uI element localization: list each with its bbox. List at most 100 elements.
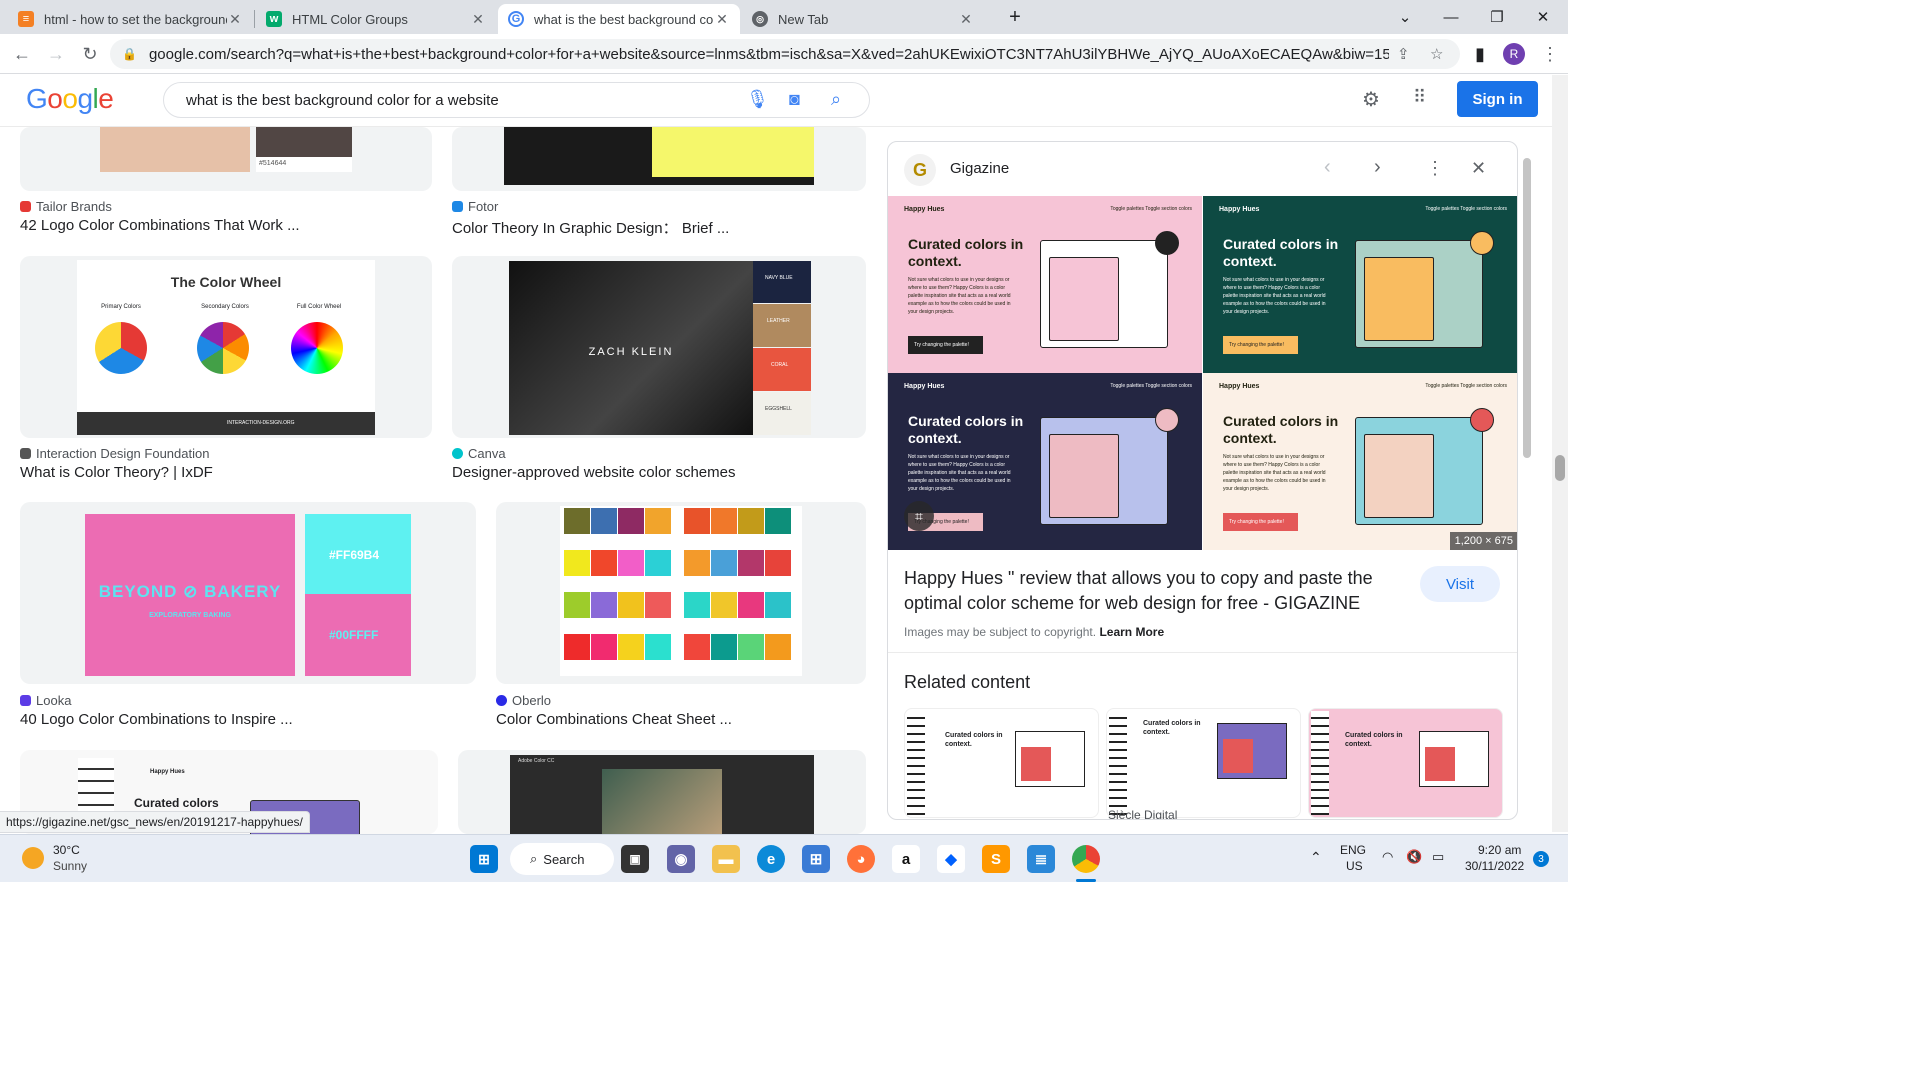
lens-search-icon[interactable]: ⌗ — [904, 501, 934, 531]
restore-icon[interactable]: ❐ — [1474, 0, 1520, 34]
close-icon[interactable]: ✕ — [470, 11, 486, 28]
result-image[interactable]: #514644 — [20, 127, 432, 191]
notification-badge[interactable]: 3 — [1533, 851, 1549, 867]
preview-image[interactable]: Happy Hues Toggle palettes Toggle section… — [888, 196, 1517, 550]
close-panel-icon[interactable]: ✕ — [1471, 158, 1486, 179]
prev-chevron-icon[interactable]: ‹ — [1324, 156, 1331, 179]
result-title[interactable]: 42 Logo Color Combinations That Work ... — [20, 217, 300, 234]
task-view-icon[interactable]: ▣ — [621, 845, 649, 873]
chrome-taskbar-icon[interactable] — [1072, 845, 1100, 873]
panel-site-name[interactable]: Gigazine — [950, 160, 1009, 177]
result-title[interactable]: What is Color Theory? | IxDF — [20, 464, 213, 481]
result-title[interactable]: Designer-approved website color schemes — [452, 464, 735, 481]
minimize-icon[interactable]: — — [1428, 0, 1474, 34]
result-source[interactable]: Tailor Brands — [20, 199, 112, 214]
result-image[interactable]: BEYOND ⊘ BAKERY EXPLORATORY BAKING #FF69… — [20, 502, 476, 684]
close-icon[interactable]: ✕ — [958, 11, 974, 28]
clock-date[interactable]: 30/11/2022 — [1465, 859, 1524, 873]
battery-icon[interactable]: ▭ — [1432, 849, 1444, 865]
firefox-icon[interactable]: ◕ — [847, 845, 875, 873]
tab-search-chevron-icon[interactable]: ⌄ — [1382, 0, 1428, 34]
camera-lens-icon[interactable]: ◙ — [789, 89, 800, 110]
tray-chevron-icon[interactable]: ⌃ — [1310, 849, 1322, 866]
search-box[interactable]: what is the best background color for a … — [163, 82, 870, 118]
bookmark-star-icon[interactable]: ☆ — [1430, 45, 1443, 63]
adobe-color-thumb: Adobe Color CC — [510, 755, 814, 834]
reload-icon[interactable]: ↻ — [76, 40, 104, 68]
sublime-text-icon[interactable]: S — [982, 845, 1010, 873]
language-code[interactable]: ENG — [1340, 843, 1366, 857]
result-title[interactable]: 40 Logo Color Combinations to Inspire ..… — [20, 711, 293, 728]
profile-avatar[interactable]: R — [1503, 43, 1525, 65]
side-panel-icon[interactable]: ▮ — [1466, 40, 1494, 68]
more-vert-icon[interactable]: ⋮ — [1426, 158, 1444, 179]
result-source[interactable]: Looka — [20, 693, 71, 708]
forward-arrow-icon[interactable]: → — [42, 40, 70, 68]
window-close-icon[interactable]: ✕ — [1520, 0, 1566, 34]
search-icon[interactable]: ⌕ — [831, 89, 841, 110]
close-icon[interactable]: ✕ — [227, 11, 243, 28]
microphone-icon[interactable]: 🎙 — [746, 89, 769, 110]
tab-google-search[interactable]: G what is the best background colo ✕ — [498, 4, 740, 34]
color-swatch — [618, 508, 644, 534]
result-image[interactable] — [452, 127, 866, 191]
panel-scroll-thumb[interactable] — [1523, 158, 1531, 458]
tab-html-background[interactable]: ≡ html - how to set the background ✕ — [8, 4, 253, 34]
dropbox-icon[interactable]: ◆ — [937, 845, 965, 873]
result-image[interactable]: Adobe Color CC — [458, 750, 866, 834]
wifi-icon[interactable]: ◠ — [1382, 849, 1393, 865]
panel-image-title[interactable]: Happy Hues " review that allows you to c… — [904, 566, 1404, 616]
volume-muted-icon[interactable]: 🔇 — [1406, 849, 1422, 865]
learn-more-link[interactable]: Learn More — [1099, 625, 1164, 639]
tab-html-color-groups[interactable]: w HTML Color Groups ✕ — [256, 4, 496, 34]
apps-grid-icon[interactable]: ⠿ — [1413, 87, 1426, 108]
close-icon[interactable]: ✕ — [714, 11, 730, 28]
taskbar-search[interactable]: ⌕ Search — [510, 843, 614, 875]
page-scroll-thumb[interactable] — [1555, 455, 1565, 481]
edge-icon[interactable]: e — [757, 845, 785, 873]
teams-chat-icon[interactable]: ◉ — [667, 845, 695, 873]
visit-button[interactable]: Visit — [1420, 566, 1500, 602]
result-source[interactable]: Oberlo — [496, 693, 551, 708]
sign-in-button[interactable]: Sign in — [1457, 81, 1538, 117]
share-icon[interactable]: ⇪ — [1397, 45, 1410, 63]
file-explorer-icon[interactable]: ▬ — [712, 845, 740, 873]
google-logo[interactable]: Google — [26, 83, 114, 115]
search-input[interactable]: what is the best background color for a … — [186, 92, 499, 109]
zach-klein-thumb: ZACH KLEIN — [509, 261, 753, 435]
back-arrow-icon[interactable]: ← — [8, 40, 36, 68]
store-icon[interactable]: ⊞ — [802, 845, 830, 873]
weather-temp[interactable]: 30°C — [53, 843, 80, 857]
weather-desc[interactable]: Sunny — [53, 859, 87, 873]
new-tab-plus-icon[interactable]: + — [992, 0, 1038, 34]
copyright-text: Images may be subject to copyright. — [904, 625, 1097, 639]
panel-scrollbar[interactable] — [1520, 150, 1534, 820]
tab-new-tab[interactable]: ◎ New Tab ✕ — [742, 4, 984, 34]
url-text[interactable]: google.com/search?q=what+is+the+best+bac… — [149, 46, 1389, 63]
result-source[interactable]: Canva — [452, 446, 506, 461]
omnibox[interactable]: 🔒 google.com/search?q=what+is+the+best+b… — [110, 39, 1460, 69]
next-chevron-icon[interactable]: › — [1374, 156, 1381, 179]
sun-weather-icon[interactable] — [22, 847, 44, 869]
result-image[interactable]: ZACH KLEIN NAVY BLUE LEATHER CORAL EGGSH… — [452, 256, 866, 438]
language-region[interactable]: US — [1346, 859, 1363, 873]
menu-kebab-icon[interactable]: ⋮ — [1536, 40, 1564, 68]
amazon-icon[interactable]: a — [892, 845, 920, 873]
settings-gear-icon[interactable]: ⚙ — [1362, 87, 1380, 112]
notepad-icon[interactable]: ≣ — [1027, 845, 1055, 873]
quad-window — [1040, 231, 1179, 348]
result-image[interactable] — [496, 502, 866, 684]
related-thumb[interactable]: Curated colors in context. — [1106, 708, 1301, 818]
tailor-brands-icon — [20, 201, 31, 212]
result-source[interactable]: Interaction Design Foundation — [20, 446, 209, 461]
related-thumb[interactable]: Curated colors in context. — [1308, 708, 1503, 818]
result-title[interactable]: Color Combinations Cheat Sheet ... — [496, 711, 732, 728]
result-image[interactable]: The Color Wheel Primary Colors Secondary… — [20, 256, 432, 438]
windows-start-icon[interactable]: ⊞ — [470, 845, 498, 873]
clock-time[interactable]: 9:20 am — [1478, 843, 1521, 857]
related-thumb[interactable]: Curated colors in context. — [904, 708, 1099, 818]
related-caption[interactable]: Siècle Digital — [1108, 808, 1177, 819]
page-scrollbar[interactable] — [1552, 75, 1568, 832]
result-title[interactable]: Color Theory In Graphic Design： Brief ..… — [452, 217, 729, 238]
result-source[interactable]: Fotor — [452, 199, 498, 214]
